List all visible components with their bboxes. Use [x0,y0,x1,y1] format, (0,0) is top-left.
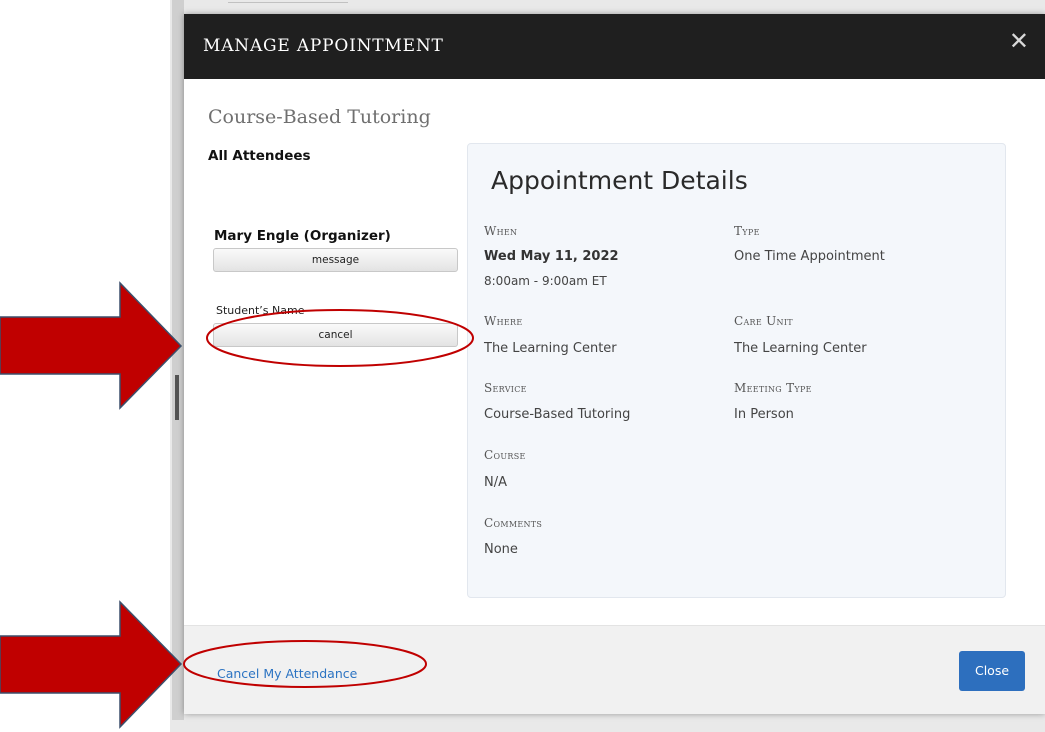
appointment-details-card: Appointment Details When Wed May 11, 202… [467,143,1006,598]
student-name: Student’s Name [216,304,305,317]
type-label: Type [734,224,760,238]
screenshot-stage: MANAGE APPOINTMENT ✕ Course-Based Tutori… [0,0,1045,732]
attendees-heading: All Attendees [208,148,311,164]
care-unit-label: Care Unit [734,314,793,328]
background-scrollbar-thumb [175,375,179,420]
comments-value: None [484,542,518,557]
red-arrow-icon [0,600,183,729]
when-time: 8:00am - 9:00am ET [484,274,607,288]
cancel-my-attendance-link[interactable]: Cancel My Attendance [217,666,357,681]
when-label: When [484,224,518,238]
when-date: Wed May 11, 2022 [484,249,619,264]
service-label: Service [484,381,527,395]
service-name: Course-Based Tutoring [208,106,431,128]
course-value: N/A [484,475,507,490]
where-value: The Learning Center [484,341,617,356]
close-button[interactable]: Close [959,651,1025,691]
modal-header: MANAGE APPOINTMENT ✕ [184,14,1045,79]
message-button[interactable]: message [213,248,458,272]
organizer-name: Mary Engle (Organizer) [214,228,391,244]
cancel-attendee-button[interactable]: cancel [213,323,458,347]
service-value: Course-Based Tutoring [484,407,631,422]
manage-appointment-modal: MANAGE APPOINTMENT ✕ Course-Based Tutori… [184,14,1045,714]
close-icon[interactable]: ✕ [1009,28,1029,56]
meeting-type-label: Meeting Type [734,381,812,395]
care-unit-value: The Learning Center [734,341,867,356]
background-page-text [228,2,348,13]
meeting-type-value: In Person [734,407,794,422]
comments-label: Comments [484,516,543,530]
background-page-edge [172,0,184,720]
where-label: Where [484,314,523,328]
type-value: One Time Appointment [734,249,885,264]
course-label: Course [484,448,526,462]
modal-title: MANAGE APPOINTMENT [203,36,444,56]
red-arrow-icon [0,281,183,410]
modal-footer: Cancel My Attendance Close [184,625,1045,714]
details-title: Appointment Details [491,166,748,195]
